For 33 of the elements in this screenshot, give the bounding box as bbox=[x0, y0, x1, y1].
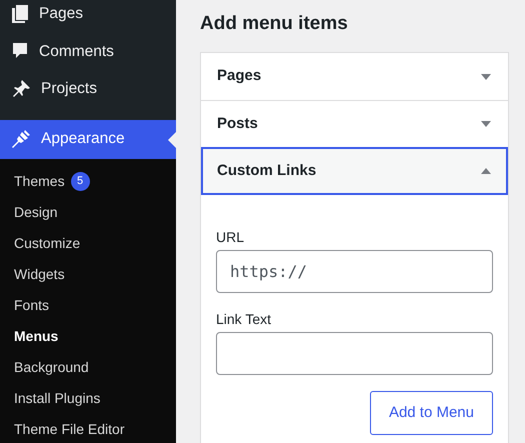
sidebar-item-label: Appearance bbox=[41, 129, 125, 150]
submenu-link[interactable]: Customize bbox=[14, 232, 80, 254]
pages-icon bbox=[11, 4, 29, 24]
sidebar-item-label: Pages bbox=[39, 4, 83, 24]
accordion-header[interactable]: Custom Links bbox=[201, 147, 508, 195]
text-field[interactable]: https:// bbox=[216, 250, 493, 293]
sidebar-item-label: Projects bbox=[41, 79, 97, 100]
sidebar-item-label: Comments bbox=[39, 42, 114, 62]
submenu-link[interactable]: Menus bbox=[14, 326, 58, 346]
text-field[interactable] bbox=[216, 332, 493, 375]
submenu-link[interactable]: Themes bbox=[14, 170, 65, 192]
sidebar-item[interactable]: Projects bbox=[0, 70, 176, 108]
sidebar-item[interactable]: Pages bbox=[0, 0, 176, 32]
submenu-link[interactable]: Background bbox=[14, 356, 89, 378]
paintbrush-icon bbox=[11, 129, 31, 149]
count-badge: 5 bbox=[70, 172, 90, 190]
sidebar-item[interactable]: Appearance bbox=[0, 120, 176, 158]
accordion-title: Custom Links bbox=[217, 160, 316, 181]
submenu-link[interactable]: Design bbox=[14, 202, 58, 222]
submenu-link[interactable]: Theme File Editor bbox=[14, 418, 124, 440]
submenu-link[interactable]: Fonts bbox=[14, 294, 50, 316]
accordion-title: Posts bbox=[217, 114, 258, 134]
accordion-header[interactable]: Pages bbox=[201, 53, 508, 100]
pin-icon bbox=[11, 78, 31, 99]
accordion-title: Pages bbox=[217, 66, 262, 86]
submenu-link[interactable]: Install Plugins bbox=[14, 388, 100, 408]
sidebar-item[interactable]: Comments bbox=[0, 32, 176, 70]
current-page-notch bbox=[168, 132, 176, 148]
add-to-menu-button[interactable]: Add to Menu bbox=[370, 391, 493, 435]
field-label: Link Text bbox=[216, 310, 272, 329]
submenu-link[interactable]: Widgets bbox=[14, 264, 65, 284]
field-label: URL bbox=[216, 228, 246, 247]
section-heading: Add menu items bbox=[200, 12, 349, 36]
